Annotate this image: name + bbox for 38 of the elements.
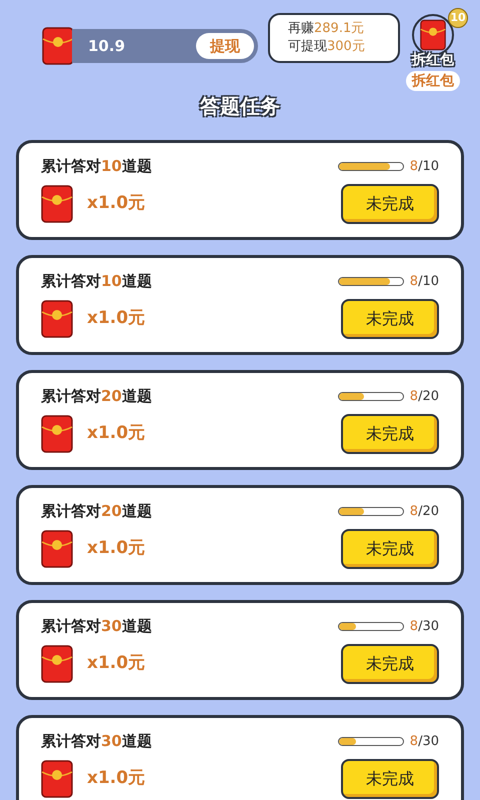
earn-more-text: 再赚289.1元 [288, 20, 366, 38]
progress-count: 8/20 [410, 502, 439, 520]
envelope-icon [41, 530, 73, 568]
envelope-icon [41, 300, 73, 338]
page-heading: 答题任务 [200, 93, 280, 120]
task-title: 累计答对30道题 [41, 616, 152, 637]
task-title: 累计答对10道题 [41, 156, 152, 177]
incomplete-button[interactable]: 未完成 [341, 758, 439, 798]
incomplete-button[interactable]: 未完成 [341, 414, 439, 454]
incomplete-button[interactable]: 未完成 [341, 298, 439, 338]
envelope-icon [420, 19, 446, 51]
incomplete-button[interactable]: 未完成 [341, 528, 439, 568]
progress-count: 8/30 [410, 618, 439, 636]
reward-amount: x1.0元 [87, 306, 146, 330]
envelope-icon [41, 644, 73, 682]
progress-count: 8/10 [410, 158, 439, 176]
envelope-icon [42, 27, 74, 65]
envelope-icon [41, 760, 73, 798]
progress-count: 8/30 [410, 732, 439, 750]
count-badge: 10 [448, 8, 468, 28]
reward-amount: x1.0元 [87, 192, 146, 215]
progress-count: 8/10 [410, 272, 439, 290]
task-title: 累计答对20道题 [41, 386, 152, 407]
reward-amount: x1.0元 [87, 766, 146, 790]
reward-amount: x1.0元 [87, 422, 146, 445]
task-title: 累计答对30道题 [41, 731, 152, 752]
reward-amount: x1.0元 [87, 536, 146, 560]
task-title: 累计答对20道题 [41, 501, 152, 522]
reward-amount: x1.0元 [87, 652, 146, 675]
balance-amount: 10.9 [88, 36, 126, 57]
task-title: 累计答对10道题 [41, 271, 152, 292]
envelope-icon [41, 414, 73, 452]
envelope-icon [41, 184, 73, 222]
incomplete-button[interactable]: 未完成 [341, 184, 439, 224]
open-packet-caption: 拆红包 [412, 51, 454, 70]
withdrawable-text: 可提现300元 [288, 38, 366, 56]
progress-count: 8/20 [410, 388, 439, 406]
incomplete-button[interactable]: 未完成 [341, 644, 439, 684]
